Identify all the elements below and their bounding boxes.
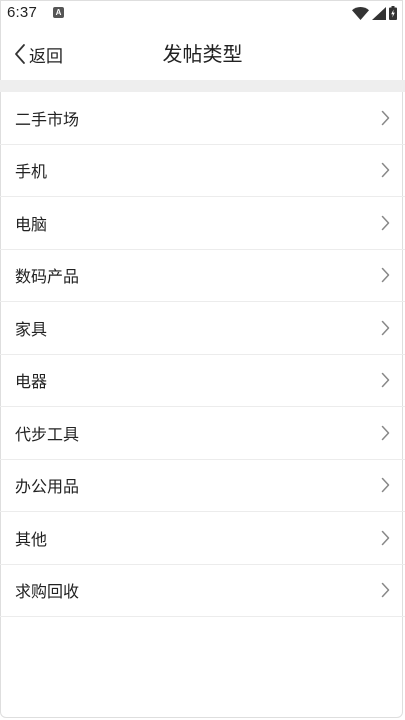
list-item[interactable]: 求购回收 <box>0 565 405 617</box>
list-item[interactable]: 代步工具 <box>0 407 405 460</box>
chevron-right-icon <box>381 373 390 388</box>
battery-icon <box>389 6 397 20</box>
list-item-label: 数码产品 <box>15 267 80 287</box>
list-item-label: 二手市场 <box>15 109 80 129</box>
list-item-label: 电器 <box>15 372 48 392</box>
chevron-right-icon <box>381 320 390 335</box>
section-divider <box>0 80 405 92</box>
list-item-label: 其他 <box>15 529 48 549</box>
list-item[interactable]: 数码产品 <box>0 250 405 302</box>
chevron-right-icon <box>381 268 390 283</box>
list-item[interactable]: 手机 <box>0 145 405 197</box>
chevron-right-icon <box>381 163 390 178</box>
list-item-label: 电脑 <box>15 214 48 234</box>
list-item[interactable]: 电器 <box>0 355 405 407</box>
app-header: 返回 发帖类型 <box>0 28 405 80</box>
notification-a-icon: A <box>53 7 64 18</box>
status-time: 6:37 <box>7 4 37 21</box>
chevron-right-icon <box>381 583 390 598</box>
chevron-right-icon <box>381 530 390 545</box>
list-item[interactable]: 办公用品 <box>0 460 405 512</box>
page-title: 发帖类型 <box>162 42 243 66</box>
list-item-label: 办公用品 <box>15 477 80 497</box>
status-icons <box>352 6 397 20</box>
list-item[interactable]: 家具 <box>0 302 405 355</box>
list-item-label: 家具 <box>15 319 48 339</box>
chevron-right-icon <box>381 215 390 230</box>
list-item-label: 求购回收 <box>15 582 80 602</box>
list-item-label: 手机 <box>15 162 48 182</box>
list-item-label: 代步工具 <box>15 424 80 444</box>
chevron-right-icon <box>381 478 390 493</box>
status-bar: 6:37 A <box>0 0 405 28</box>
list-item[interactable]: 其他 <box>0 512 405 565</box>
chevron-right-icon <box>381 110 390 125</box>
list-item[interactable]: 二手市场 <box>0 92 405 145</box>
wifi-icon <box>352 6 369 20</box>
chevron-right-icon <box>381 425 390 440</box>
list-item[interactable]: 电脑 <box>0 197 405 250</box>
category-list: 二手市场手机电脑数码产品家具电器代步工具办公用品其他求购回收 <box>0 92 405 617</box>
signal-icon <box>372 6 386 20</box>
